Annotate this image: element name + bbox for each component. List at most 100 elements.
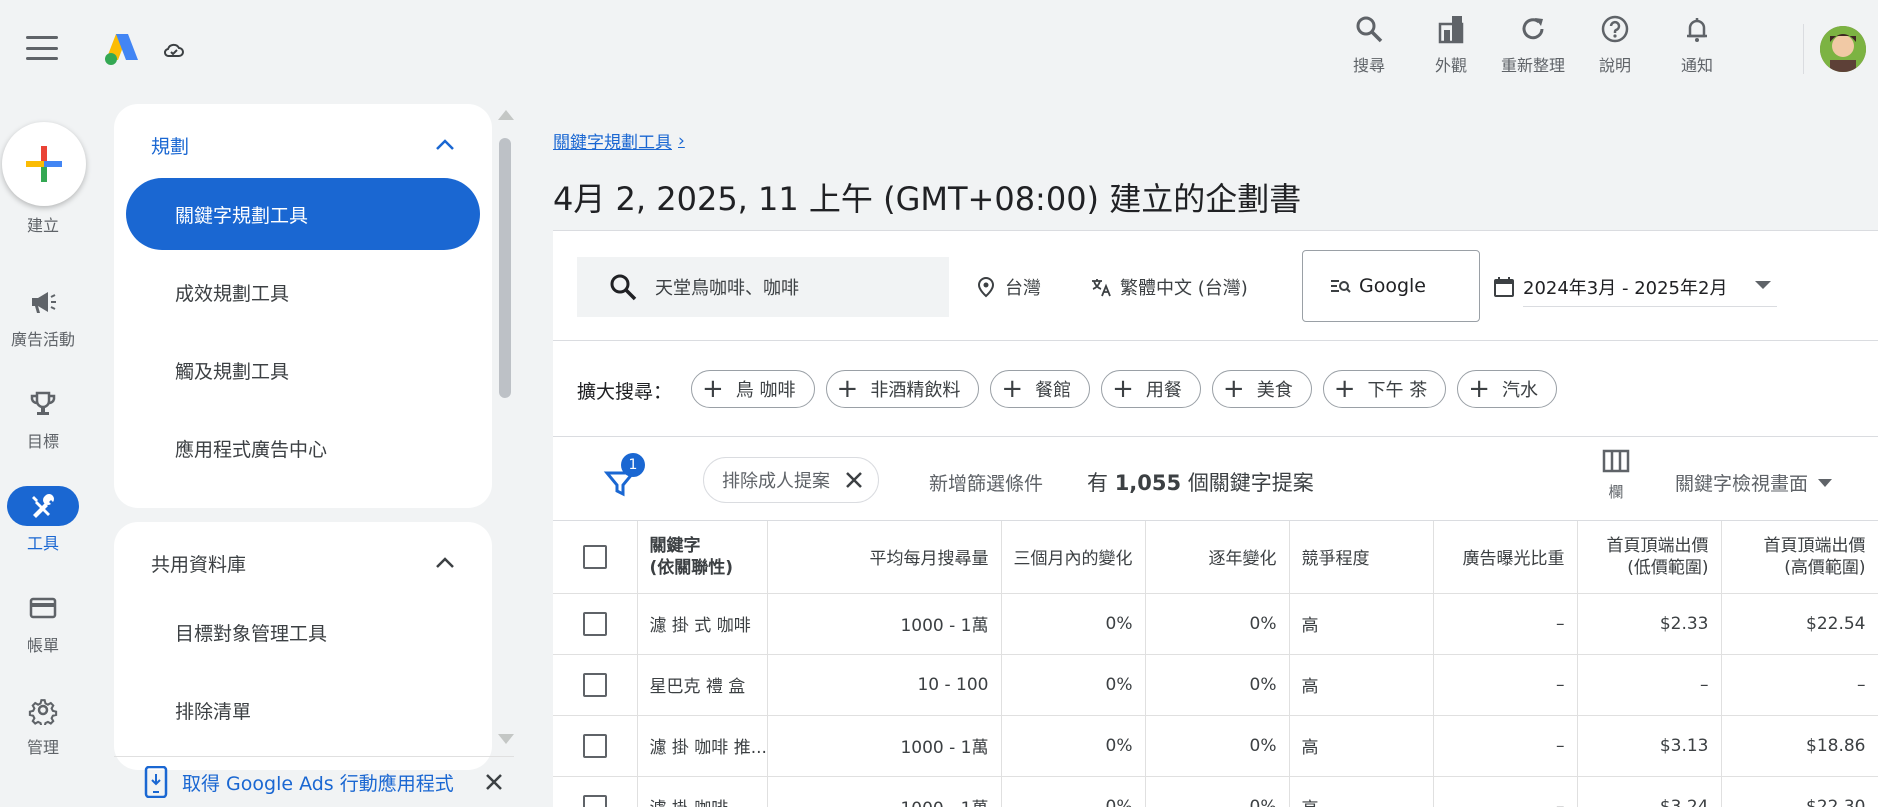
broaden-chip[interactable]: + 下午 茶 xyxy=(1322,370,1447,408)
row-checkbox[interactable] xyxy=(582,611,607,636)
header-impression-share[interactable]: 廣告曝光比重 xyxy=(1433,521,1578,594)
chevron-right-icon: › xyxy=(678,130,685,151)
keyword-count-value: 1,055 xyxy=(1114,471,1182,495)
header-competition[interactable]: 競爭程度 xyxy=(1289,521,1434,594)
header-yoy-change[interactable]: 逐年變化 xyxy=(1145,521,1290,594)
broaden-chip-label: 非酒精飲料 xyxy=(870,380,961,401)
scrollbar-thumb[interactable] xyxy=(499,138,511,398)
network-selector[interactable]: Google xyxy=(1302,250,1480,322)
cell-bid-low: $3.24 xyxy=(1577,776,1722,807)
nav-item-audience-manager[interactable]: 目標對象管理工具 xyxy=(126,596,480,668)
refresh-button[interactable]: 重新整理 xyxy=(1492,10,1574,80)
divider xyxy=(1803,24,1804,74)
header-bid-low-line2: (低價範圍) xyxy=(1627,557,1709,578)
broaden-search-row: 擴大搜尋： + 鳥 咖啡 + 非酒精飲料 + 餐館 + 用餐 + 美食 + 下午 茶 + 汽水 xyxy=(553,341,1878,437)
nav-section-title: 共用資料庫 xyxy=(151,553,247,576)
scroll-up-arrow[interactable] xyxy=(498,110,514,120)
add-filter-button[interactable]: 新增篩選條件 xyxy=(929,469,1043,496)
header-bid-low[interactable]: 首頁頂端出價 (低價範圍) xyxy=(1577,521,1722,594)
row-checkbox[interactable] xyxy=(582,794,607,807)
help-label: 說明 xyxy=(1598,56,1631,75)
cell-avg-monthly: 10 - 100 xyxy=(767,654,1002,716)
cell-impression-share: – xyxy=(1433,654,1578,716)
nav-section-header-shared-library[interactable]: 共用資料庫 xyxy=(114,536,492,590)
trophy-icon xyxy=(30,391,56,415)
header-avg-monthly[interactable]: 平均每月搜尋量 xyxy=(767,521,1002,594)
notifications-button[interactable]: 通知 xyxy=(1656,10,1738,80)
close-icon[interactable] xyxy=(844,470,864,490)
nav-item-reach-planner[interactable]: 觸及規劃工具 xyxy=(126,334,480,406)
language-selector[interactable]: 繁體中文 (台灣) xyxy=(1090,257,1248,317)
row-checkbox[interactable] xyxy=(582,672,607,697)
create-label: 建立 xyxy=(26,216,59,235)
cell-avg-monthly: 1000 - 1萬 xyxy=(767,593,1002,655)
nav-section-header-planning[interactable]: 規劃 xyxy=(114,118,492,172)
nav-section-planning: 規劃 關鍵字規劃工具 成效規劃工具 觸及規劃工具 應用程式廣告中心 xyxy=(114,104,492,508)
search-row: 天堂鳥咖啡、咖啡 台灣 繁體中文 (台灣) Google 2024年3月 - 2… xyxy=(553,231,1878,341)
rail-item-billing[interactable]: 帳單 xyxy=(0,588,86,656)
app-promo-banner: 取得 Google Ads 行動應用程式 xyxy=(114,756,514,807)
nav-item-keyword-planner[interactable]: 關鍵字規劃工具 xyxy=(126,178,480,250)
phone-icon xyxy=(144,766,168,798)
broaden-chip[interactable]: + 用餐 xyxy=(1101,370,1201,408)
appearance-icon xyxy=(1438,16,1464,44)
nav-item-performance-planner[interactable]: 成效規劃工具 xyxy=(126,256,480,328)
scroll-down-arrow[interactable] xyxy=(498,734,514,744)
location-value: 台灣 xyxy=(1005,278,1041,299)
cell-three-month: 0% xyxy=(1001,715,1146,777)
view-selector[interactable]: 關鍵字檢視畫面 xyxy=(1675,469,1833,496)
broaden-chip[interactable]: + 餐館 xyxy=(990,370,1091,408)
table-row: 星巴克 禮 盒 10 - 100 0% 0% 高 – – – xyxy=(553,654,1878,716)
help-icon xyxy=(1601,15,1629,43)
broaden-chip[interactable]: + 美食 xyxy=(1211,370,1312,408)
row-checkbox[interactable] xyxy=(582,733,607,758)
rail-label-billing: 帳單 xyxy=(26,636,59,655)
keyword-search-input[interactable]: 天堂鳥咖啡、咖啡 xyxy=(577,257,949,317)
avatar[interactable] xyxy=(1820,26,1866,72)
location-selector[interactable]: 台灣 xyxy=(975,257,1041,317)
top-bar: 搜尋 外觀 重新整理 說明 通知 xyxy=(0,0,1878,100)
nav-item-exclusion-lists[interactable]: 排除清單 xyxy=(126,674,480,746)
breadcrumb-link[interactable]: 關鍵字規劃工具 xyxy=(553,128,672,153)
menu-icon[interactable] xyxy=(26,36,58,60)
nav-section-title: 規劃 xyxy=(151,135,190,158)
broaden-chip-label: 下午 茶 xyxy=(1367,380,1428,401)
rail-item-admin[interactable]: 管理 xyxy=(0,690,86,758)
view-selector-label: 關鍵字檢視畫面 xyxy=(1675,473,1809,495)
plus-icon: + xyxy=(1333,374,1356,404)
filter-count-badge: 1 xyxy=(621,453,645,477)
nav-item-app-ads-hub[interactable]: 應用程式廣告中心 xyxy=(126,412,480,484)
help-button[interactable]: 說明 xyxy=(1574,10,1656,80)
broaden-chip[interactable]: + 非酒精飲料 xyxy=(825,370,980,408)
cell-keyword: 星巴克 禮 盒 xyxy=(637,654,768,716)
cell-yoy: 0% xyxy=(1145,593,1290,655)
create-button[interactable] xyxy=(2,122,86,206)
broaden-chip[interactable]: + 汽水 xyxy=(1457,370,1558,408)
cell-yoy: 0% xyxy=(1145,776,1290,807)
rail-item-tools[interactable]: 工具 xyxy=(0,486,86,554)
plus-icon: + xyxy=(1112,374,1134,404)
appearance-button[interactable]: 外觀 xyxy=(1410,10,1492,80)
keyword-table: 關鍵字 (依關聯性) 平均每月搜尋量 三個月內的變化 逐年變化 競爭程度 廣告曝光… xyxy=(553,521,1878,807)
app-promo-link[interactable]: 取得 Google Ads 行動應用程式 xyxy=(182,769,454,796)
breadcrumb[interactable]: 關鍵字規劃工具 › xyxy=(553,128,685,154)
rail-item-goals[interactable]: 目標 xyxy=(0,384,86,452)
page-title: 4月 2, 2025, 11 上午 (GMT+08:00) 建立的企劃書 xyxy=(553,180,1302,218)
header-bid-high[interactable]: 首頁頂端出價 (高價範圍) xyxy=(1721,521,1878,594)
rail-item-campaigns[interactable]: 廣告活動 xyxy=(0,282,86,350)
date-range-selector[interactable]: 2024年3月 - 2025年2月 xyxy=(1483,257,1778,317)
rail-label-admin: 管理 xyxy=(26,738,59,757)
cloud-sync-icon[interactable] xyxy=(162,38,186,62)
filter-chip-exclude-adult[interactable]: 排除成人提案 xyxy=(703,457,879,503)
broaden-chip[interactable]: + 鳥 咖啡 xyxy=(691,370,815,408)
select-all-checkbox[interactable] xyxy=(582,544,607,569)
columns-label: 欄 xyxy=(1608,483,1624,501)
cell-bid-low: $3.13 xyxy=(1577,715,1722,777)
cell-three-month: 0% xyxy=(1001,654,1146,716)
header-keyword[interactable]: 關鍵字 (依關聯性) xyxy=(637,521,768,594)
close-icon[interactable] xyxy=(484,772,504,792)
search-button[interactable]: 搜尋 xyxy=(1328,10,1410,80)
header-three-month-change[interactable]: 三個月內的變化 xyxy=(1001,521,1146,594)
table-row: 濾 掛 咖啡 推... 1000 - 1萬 0% 0% 高 – $3.13 $1… xyxy=(553,715,1878,777)
columns-button[interactable]: 欄 xyxy=(1599,449,1633,502)
